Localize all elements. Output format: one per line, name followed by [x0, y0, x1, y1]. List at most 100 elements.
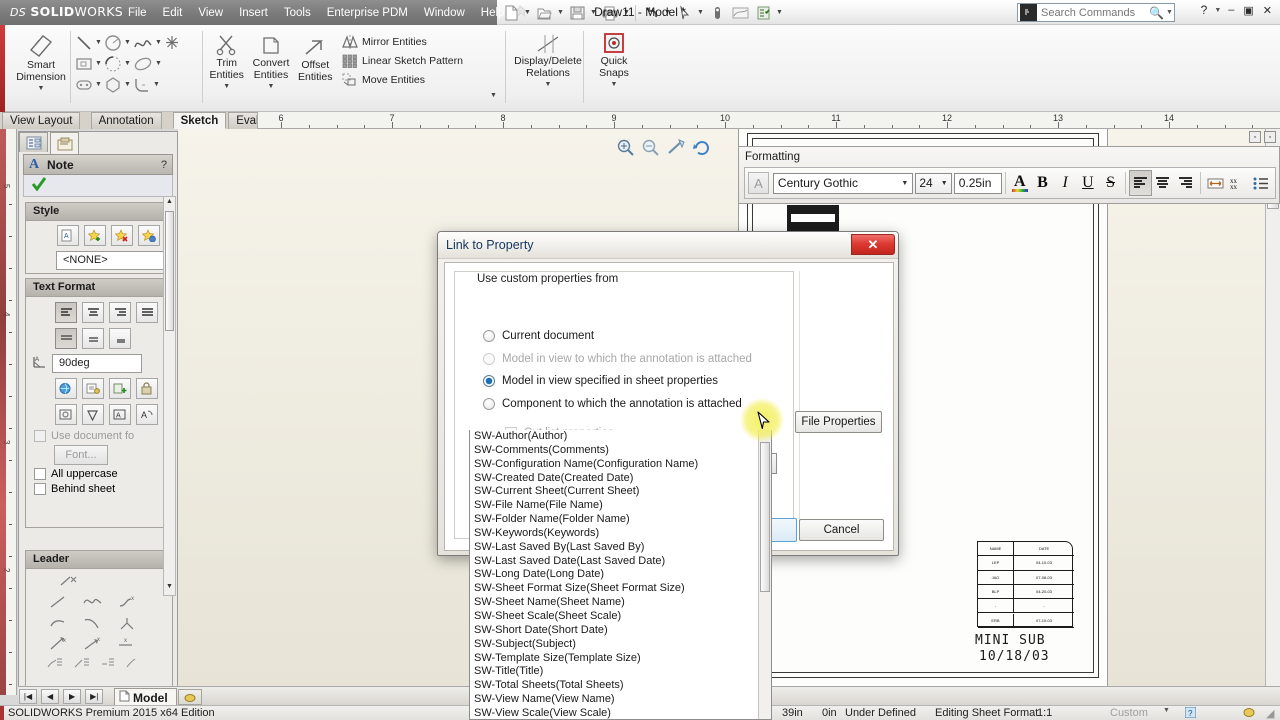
dropdown-scrollbar[interactable]	[758, 430, 771, 719]
menu-item-tools[interactable]: Tools	[276, 4, 319, 22]
behind-sheet-checkbox[interactable]	[34, 483, 46, 495]
dropdown-option[interactable]: SW-File Name(File Name)	[470, 499, 771, 513]
dropdown-option[interactable]: SW-Total Sheets(Total Sheets)	[470, 679, 771, 693]
convert-entities-button[interactable]: Convert Entities ▼	[247, 27, 294, 110]
rotate-view-icon[interactable]	[692, 138, 711, 160]
dropdown-option[interactable]: SW-Sheet Scale(Sheet Scale)	[470, 610, 771, 624]
smart-dimension-caret[interactable]: ▼	[38, 85, 45, 92]
dropdown-option[interactable]: SW-Created Date(Created Date)	[470, 472, 771, 486]
arc-icon[interactable]	[103, 54, 123, 73]
slot-icon[interactable]	[74, 75, 94, 94]
restore-button[interactable]: ▣	[1241, 4, 1255, 17]
leader-style-3-icon[interactable]	[100, 657, 116, 673]
radio-current-document[interactable]: Current document	[483, 330, 594, 342]
help-caret-icon[interactable]: ▼	[1214, 7, 1221, 14]
print-caret[interactable]: ▼	[622, 2, 631, 23]
bent-leader-icon[interactable]	[82, 594, 104, 613]
spline-icon[interactable]	[132, 33, 154, 52]
text-height-field[interactable]: 0.25in	[953, 172, 1002, 194]
help-badge-icon[interactable]: ?	[1184, 706, 1197, 720]
trim-entities-button[interactable]: Trim Entities ▼	[206, 27, 247, 110]
dropdown-option[interactable]: SW-Subject(Subject)	[470, 638, 771, 652]
align-justify-icon[interactable]	[136, 302, 159, 323]
linear-pattern-caret[interactable]: ▼	[489, 85, 498, 106]
apply-style-icon[interactable]: A	[57, 225, 79, 246]
font-size-caret-icon[interactable]: ▼	[941, 180, 948, 187]
property-manager-scrollbar[interactable]: ▲ ▼	[163, 196, 176, 596]
search-caret-icon[interactable]: ▼	[1166, 9, 1173, 16]
line-icon[interactable]	[74, 33, 94, 52]
bold-button[interactable]: B	[1031, 170, 1054, 196]
resize-grip-icon[interactable]: ◢	[1266, 707, 1274, 720]
radio-current-document-button[interactable]	[483, 330, 495, 342]
display-delete-relations-caret[interactable]: ▼	[545, 81, 552, 88]
dropdown-option[interactable]: SW-Current Sheet(Current Sheet)	[470, 485, 771, 499]
radio-component-attached[interactable]: Component to which the annotation is att…	[483, 398, 742, 410]
dropdown-option[interactable]: SW-Comments(Comments)	[470, 444, 771, 458]
undo-caret[interactable]: ▼	[663, 2, 672, 23]
help-icon[interactable]: ?	[1201, 3, 1208, 17]
curve-leader-left-icon[interactable]	[48, 615, 70, 634]
spline-caret[interactable]: ▼	[154, 32, 163, 53]
font-name-combobox[interactable]: Century Gothic ▼	[772, 172, 914, 194]
dropdown-option[interactable]: SW-Sheet Name(Sheet Name)	[470, 596, 771, 610]
display-delete-relations-button[interactable]: Display/Delete Relations ▼	[509, 27, 587, 88]
add-style-icon[interactable]	[84, 225, 107, 246]
line-caret[interactable]: ▼	[94, 32, 103, 53]
rectangle-icon[interactable]	[74, 54, 94, 73]
trim-entities-caret[interactable]: ▼	[223, 83, 230, 90]
dropdown-option[interactable]: SW-Last Saved Date(Last Saved Date)	[470, 555, 771, 569]
leader-style-1-icon[interactable]	[46, 657, 64, 673]
radio-component-attached-button[interactable]	[483, 398, 495, 410]
all-uppercase-row[interactable]: All uppercase	[34, 468, 172, 480]
quick-snaps-button[interactable]: Quick Snaps ▼	[587, 27, 641, 88]
save-icon[interactable]	[566, 2, 588, 23]
font-button[interactable]: Font...	[54, 445, 108, 465]
sheet-tab-model[interactable]: Model	[114, 688, 177, 706]
tab-view-layout[interactable]: View Layout	[2, 112, 81, 129]
dropdown-option[interactable]: SW-View Name(View Name)	[470, 693, 771, 707]
strikethrough-button[interactable]: S	[1099, 170, 1122, 196]
align-right-icon[interactable]	[109, 302, 132, 323]
save-style-icon[interactable]	[138, 225, 161, 246]
dropdown-option[interactable]: SW-Short Date(Short Date)	[470, 624, 771, 638]
circle-icon[interactable]	[103, 33, 123, 52]
radio-model-in-view-attached[interactable]: Model in view to which the annotation is…	[483, 353, 752, 365]
checkmark-symbol-icon[interactable]	[82, 404, 105, 425]
status-custom-caret-icon[interactable]: ▼	[1163, 707, 1170, 714]
new-document-icon[interactable]	[500, 2, 522, 23]
property-manager-tab[interactable]	[50, 132, 79, 154]
box-text-icon[interactable]: A	[109, 404, 132, 425]
fillet-icon[interactable]	[132, 75, 152, 94]
behind-sheet-row[interactable]: Behind sheet	[34, 483, 172, 495]
dropdown-option[interactable]: SW-Template Size(Template Size)	[470, 652, 771, 666]
use-document-font-checkbox[interactable]	[34, 430, 46, 442]
no-leader-icon[interactable]	[58, 576, 84, 592]
arc-caret[interactable]: ▼	[123, 53, 132, 74]
save-caret[interactable]: ▼	[589, 2, 598, 23]
radio-model-in-view-sheet-properties-button[interactable]	[483, 375, 495, 387]
straight-leader-icon[interactable]	[48, 594, 70, 613]
dialog-cancel-button[interactable]: Cancel	[799, 519, 884, 541]
feature-manager-tab[interactable]	[19, 132, 48, 152]
previous-sheet-icon[interactable]: ◀	[41, 689, 60, 704]
valign-top-icon[interactable]	[55, 328, 77, 349]
dropdown-option[interactable]: SW-View Scale(View Scale)	[470, 707, 771, 719]
add-symbol-icon[interactable]	[109, 378, 132, 399]
section-view-icon[interactable]	[729, 2, 751, 23]
superscript-subscript-button[interactable]: xx xx	[1227, 170, 1250, 196]
font-style-icon[interactable]: A	[748, 172, 769, 194]
curve-leader-right-icon[interactable]	[82, 615, 104, 634]
file-properties-button[interactable]: File Properties	[795, 411, 882, 433]
rotate-text-icon[interactable]: A	[136, 404, 159, 425]
mirror-entities-button[interactable]: Mirror Entities	[340, 33, 505, 51]
scroll-down-arrow[interactable]: ▼	[165, 583, 174, 594]
move-entities-button[interactable]: Move Entities	[340, 71, 505, 89]
dropdown-option[interactable]: SW-Title(Title)	[470, 665, 771, 679]
property-manager-scroll-thumb[interactable]	[165, 211, 174, 331]
align-right-button[interactable]	[1174, 170, 1197, 196]
polygon-caret[interactable]: ▼	[123, 74, 132, 95]
offset-entities-button[interactable]: Offset Entities	[295, 27, 336, 110]
linear-sketch-pattern-button[interactable]: Linear Sketch Pattern	[340, 52, 505, 70]
select-caret[interactable]: ▼	[696, 2, 705, 23]
